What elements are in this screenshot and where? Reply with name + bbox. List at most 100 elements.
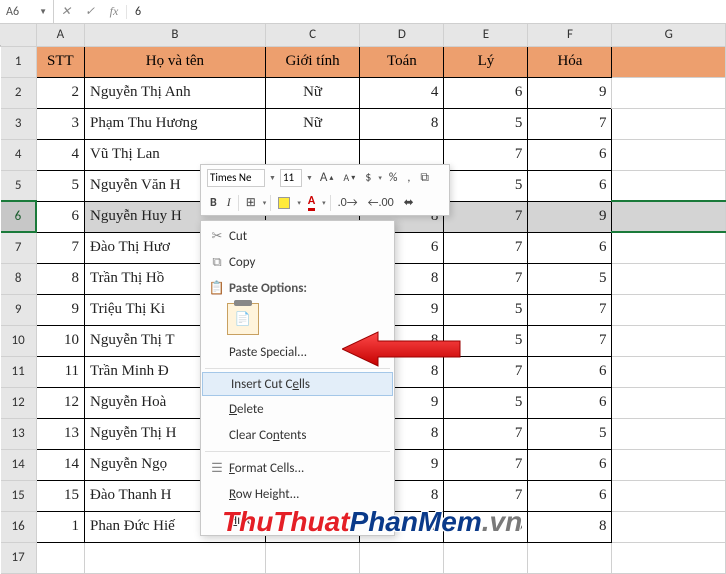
- cell-G[interactable]: [612, 46, 726, 77]
- cell-G[interactable]: [612, 387, 726, 418]
- cell-phy[interactable]: 5: [444, 387, 528, 418]
- cell-stt[interactable]: 8: [36, 263, 84, 294]
- percent-button[interactable]: %: [386, 171, 401, 185]
- cell-phy[interactable]: 7: [444, 480, 528, 511]
- cell-empty[interactable]: [360, 542, 444, 573]
- cell-stt[interactable]: 3: [36, 108, 84, 139]
- cell-G[interactable]: [612, 418, 726, 449]
- row-header[interactable]: 8: [1, 263, 37, 294]
- cell-G[interactable]: [612, 170, 726, 201]
- cell-stt[interactable]: 11: [36, 356, 84, 387]
- cell-chem[interactable]: 9: [528, 77, 612, 108]
- cell-chem[interactable]: 6: [528, 480, 612, 511]
- col-header-B[interactable]: B: [85, 24, 266, 46]
- cell-stt[interactable]: 10: [36, 325, 84, 356]
- cell-chem[interactable]: 6: [528, 170, 612, 201]
- col-header-E[interactable]: E: [444, 24, 528, 46]
- cell-stt[interactable]: 13: [36, 418, 84, 449]
- cell-chem[interactable]: 5: [528, 418, 612, 449]
- ctx-cut[interactable]: ✂ Cut: [201, 223, 394, 249]
- chevron-down-icon[interactable]: ▾: [322, 198, 326, 207]
- cell-phy[interactable]: 5: [444, 294, 528, 325]
- cell-phy[interactable]: 5: [444, 108, 528, 139]
- cell-empty[interactable]: [444, 542, 528, 573]
- cell-G[interactable]: [612, 294, 726, 325]
- cell-chem[interactable]: 7: [528, 325, 612, 356]
- row-header[interactable]: 13: [1, 418, 37, 449]
- cell-G[interactable]: [612, 139, 726, 170]
- row-header[interactable]: 16: [1, 511, 37, 542]
- cell-stt[interactable]: 1: [36, 511, 84, 542]
- bold-button[interactable]: B: [207, 196, 220, 210]
- row-header[interactable]: 7: [1, 232, 37, 263]
- row-header[interactable]: 14: [1, 449, 37, 480]
- cell-chem[interactable]: 6: [528, 449, 612, 480]
- ctx-delete[interactable]: Delete: [201, 396, 394, 422]
- format-painter-button[interactable]: ⧉: [417, 171, 432, 185]
- cell-math[interactable]: 8: [360, 108, 444, 139]
- cell-phy[interactable]: 5: [444, 170, 528, 201]
- italic-button[interactable]: I: [224, 195, 234, 210]
- ctx-row-height[interactable]: Row Height...: [201, 481, 394, 507]
- hdr-sex[interactable]: Giới tính: [265, 46, 360, 77]
- cell-stt[interactable]: 6: [36, 201, 84, 232]
- row-header[interactable]: 5: [1, 170, 37, 201]
- decrease-font-button[interactable]: A▾: [340, 171, 358, 184]
- row-header[interactable]: 12: [1, 387, 37, 418]
- comma-button[interactable]: ,: [404, 171, 413, 185]
- cell-G[interactable]: [612, 108, 726, 139]
- cell-phy[interactable]: 7: [444, 449, 528, 480]
- col-header-A[interactable]: A: [36, 24, 84, 46]
- row-header[interactable]: 4: [1, 139, 37, 170]
- formula-value[interactable]: 6: [126, 5, 726, 19]
- currency-button[interactable]: $: [362, 171, 374, 185]
- cell-stt[interactable]: 9: [36, 294, 84, 325]
- ctx-paste-special[interactable]: Paste Special... ▶: [201, 339, 394, 365]
- border-button[interactable]: ⊞: [243, 195, 259, 210]
- cell-G[interactable]: [612, 263, 726, 294]
- cell-G[interactable]: [612, 511, 726, 542]
- row-header[interactable]: 1: [1, 46, 37, 77]
- hdr-stt[interactable]: STT: [36, 46, 84, 77]
- cell-chem[interactable]: 6: [528, 387, 612, 418]
- cell-empty[interactable]: [85, 542, 266, 573]
- chevron-down-icon[interactable]: ▼: [269, 173, 276, 182]
- cell-sex[interactable]: Nữ: [265, 77, 360, 108]
- col-header-F[interactable]: F: [528, 24, 612, 46]
- col-header-G[interactable]: G: [612, 24, 726, 46]
- cell-G[interactable]: [612, 480, 726, 511]
- cell-phy[interactable]: 7: [444, 201, 528, 232]
- decrease-decimal-button[interactable]: .0→: [335, 196, 361, 210]
- chevron-down-icon[interactable]: ▾: [297, 198, 301, 207]
- cell-stt[interactable]: 14: [36, 449, 84, 480]
- row-header[interactable]: 10: [1, 325, 37, 356]
- cell-phy[interactable]: 6: [444, 77, 528, 108]
- cell-chem[interactable]: 9: [528, 201, 612, 232]
- cell-name[interactable]: Phạm Thu Hương: [85, 108, 266, 139]
- cell-empty[interactable]: [528, 542, 612, 573]
- row-header[interactable]: 6: [1, 201, 37, 232]
- font-color-button[interactable]: A: [305, 194, 318, 211]
- corner-cell[interactable]: [1, 24, 37, 46]
- cell-chem[interactable]: 7: [528, 108, 612, 139]
- cell-G[interactable]: [612, 325, 726, 356]
- increase-font-button[interactable]: A▴: [317, 170, 337, 185]
- cell-chem[interactable]: 7: [528, 294, 612, 325]
- merge-button[interactable]: ⬌: [401, 195, 417, 210]
- cell-phy[interactable]: 7: [444, 232, 528, 263]
- row-header[interactable]: 17: [1, 542, 37, 573]
- font-family-combo[interactable]: [207, 169, 265, 187]
- cell-phy[interactable]: 7: [444, 356, 528, 387]
- ctx-insert-cut-cells[interactable]: Insert Cut Cells: [202, 372, 393, 396]
- cell-G[interactable]: [612, 449, 726, 480]
- row-header[interactable]: 15: [1, 480, 37, 511]
- row-header[interactable]: 9: [1, 294, 37, 325]
- cell-G[interactable]: [612, 201, 726, 232]
- row-header[interactable]: 2: [1, 77, 37, 108]
- cell-phy[interactable]: 7: [444, 139, 528, 170]
- cell-phy[interactable]: 5: [444, 325, 528, 356]
- cell-chem[interactable]: 6: [528, 232, 612, 263]
- cell-stt[interactable]: 12: [36, 387, 84, 418]
- cell-empty[interactable]: [612, 542, 726, 573]
- cell-stt[interactable]: 5: [36, 170, 84, 201]
